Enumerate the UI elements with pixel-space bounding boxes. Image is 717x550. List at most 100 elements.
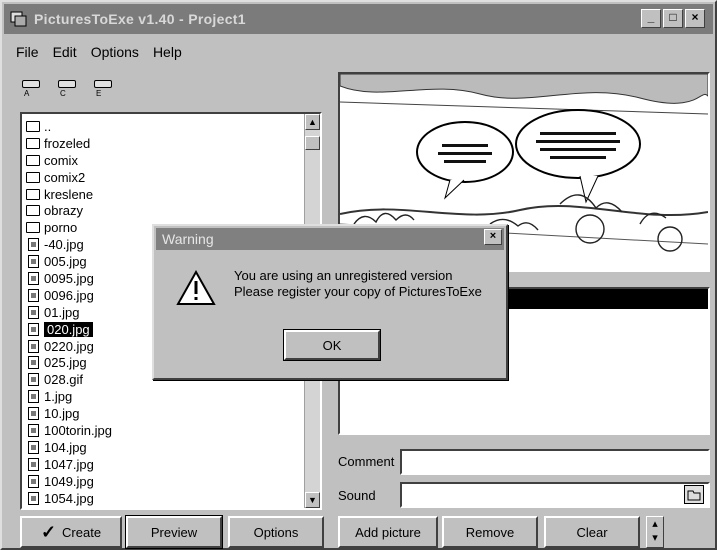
menu-file[interactable]: File	[16, 44, 39, 60]
file-name: comix2	[44, 169, 86, 185]
file-name: ..	[44, 118, 52, 134]
image-file-icon	[28, 491, 39, 505]
drive-e-icon[interactable]: E	[92, 72, 114, 100]
close-button[interactable]: ×	[685, 9, 705, 28]
sound-field[interactable]	[400, 482, 710, 508]
file-list-item[interactable]: kreslene	[26, 186, 320, 203]
add-picture-button[interactable]: Add picture	[338, 516, 438, 548]
menu-edit[interactable]: Edit	[53, 44, 77, 60]
file-name: 025.jpg	[44, 355, 87, 371]
order-spinner[interactable]: ▴ ▾	[646, 516, 664, 548]
spin-down-icon[interactable]: ▾	[647, 531, 663, 545]
file-list-item[interactable]: 10.jpg	[26, 405, 320, 422]
ok-button[interactable]: OK	[283, 329, 381, 361]
comment-field[interactable]	[400, 449, 710, 475]
image-file-icon	[28, 322, 39, 336]
main-window: PicturesToExe v1.40 - Project1 _ □ × Fil…	[0, 0, 717, 550]
file-list-item[interactable]: ..	[26, 118, 320, 135]
file-name: 0095.jpg	[44, 270, 94, 286]
warning-icon	[176, 269, 216, 306]
file-list-item[interactable]: 104.jpg	[26, 439, 320, 456]
file-name: 1054.jpg	[44, 490, 94, 506]
folder-icon	[26, 188, 40, 200]
scroll-down-icon[interactable]: ▼	[305, 492, 320, 508]
file-name: obrazy	[44, 203, 84, 219]
file-name: 0096.jpg	[44, 287, 94, 303]
dialog-title[interactable]: Warning	[156, 228, 504, 250]
image-file-icon	[28, 423, 39, 437]
file-name: frozeled	[44, 135, 91, 151]
maximize-button[interactable]: □	[663, 9, 683, 28]
file-list-item[interactable]: frozeled	[26, 135, 320, 152]
warning-dialog: Warning × You are using an unregistered …	[152, 224, 508, 380]
file-list-item[interactable]: comix2	[26, 169, 320, 186]
file-list-item[interactable]: obrazy	[26, 202, 320, 219]
file-list-item[interactable]: 1047.jpg	[26, 456, 320, 473]
folder-icon	[26, 137, 40, 149]
dialog-message: You are using an unregistered version Pl…	[234, 268, 482, 300]
file-list-item[interactable]: 1095.GIF	[26, 506, 320, 510]
file-name: 020.jpg	[44, 321, 93, 337]
file-name: 005.jpg	[44, 254, 87, 270]
create-button[interactable]: ✓ Create	[20, 516, 122, 548]
spin-up-icon[interactable]: ▴	[647, 517, 663, 531]
folder-icon	[26, 171, 40, 183]
file-name: 1047.jpg	[44, 456, 94, 472]
preview-button[interactable]: Preview	[125, 515, 223, 549]
options-button[interactable]: Options	[228, 516, 324, 548]
file-name: 1095.GIF	[44, 507, 98, 508]
dialog-close-button[interactable]: ×	[484, 229, 502, 245]
image-file-icon	[28, 305, 39, 319]
checkmark-icon: ✓	[40, 521, 57, 542]
file-name: -40.jpg	[44, 237, 84, 253]
file-name: 01.jpg	[44, 304, 80, 320]
menu-help[interactable]: Help	[153, 44, 182, 60]
image-file-icon	[28, 457, 39, 471]
drive-bar: A C E	[20, 72, 114, 100]
file-list-item[interactable]: 1.jpg	[26, 388, 320, 405]
comment-label: Comment	[338, 454, 395, 469]
file-name: kreslene	[44, 186, 94, 202]
window-title: PicturesToExe v1.40 - Project1	[34, 11, 246, 27]
file-name: 1049.jpg	[44, 473, 94, 489]
scroll-up-icon[interactable]: ▲	[305, 114, 320, 130]
sound-label: Sound	[338, 488, 376, 503]
title-bar[interactable]: PicturesToExe v1.40 - Project1 _ □ ×	[4, 4, 713, 34]
image-file-icon	[28, 271, 39, 285]
folder-icon	[26, 222, 40, 234]
file-name: 028.gif	[44, 372, 84, 388]
image-file-icon	[28, 390, 39, 404]
image-file-icon	[28, 339, 39, 353]
file-name: 1.jpg	[44, 389, 73, 405]
drive-c-icon[interactable]: C	[56, 72, 78, 100]
file-name: 0220.jpg	[44, 338, 94, 354]
browse-sound-icon[interactable]	[684, 485, 704, 504]
app-icon	[10, 10, 28, 28]
folder-icon	[26, 205, 40, 217]
image-file-icon	[28, 255, 39, 269]
file-name: porno	[44, 220, 78, 236]
file-name: 104.jpg	[44, 439, 87, 455]
image-file-icon	[28, 440, 39, 454]
menu-bar: File Edit Options Help	[16, 44, 182, 60]
file-name: 10.jpg	[44, 406, 80, 422]
file-list-item[interactable]: 1054.jpg	[26, 490, 320, 507]
menu-options[interactable]: Options	[91, 44, 139, 60]
file-list-item[interactable]: 100torin.jpg	[26, 422, 320, 439]
dialog-message-line1: You are using an unregistered version	[234, 268, 453, 283]
clear-button[interactable]: Clear	[544, 516, 640, 548]
image-file-icon	[28, 508, 39, 510]
minimize-button[interactable]: _	[641, 9, 661, 28]
file-list-item[interactable]: 1049.jpg	[26, 473, 320, 490]
folder-icon	[26, 120, 40, 132]
scroll-thumb[interactable]	[305, 136, 320, 150]
remove-button[interactable]: Remove	[442, 516, 538, 548]
image-file-icon	[28, 288, 39, 302]
file-list-item[interactable]: comix	[26, 152, 320, 169]
image-file-icon	[28, 373, 39, 387]
drive-a-icon[interactable]: A	[20, 72, 42, 100]
file-name: comix	[44, 152, 78, 168]
image-file-icon	[28, 356, 39, 370]
image-file-icon	[28, 474, 39, 488]
file-name: 100torin.jpg	[44, 422, 112, 438]
